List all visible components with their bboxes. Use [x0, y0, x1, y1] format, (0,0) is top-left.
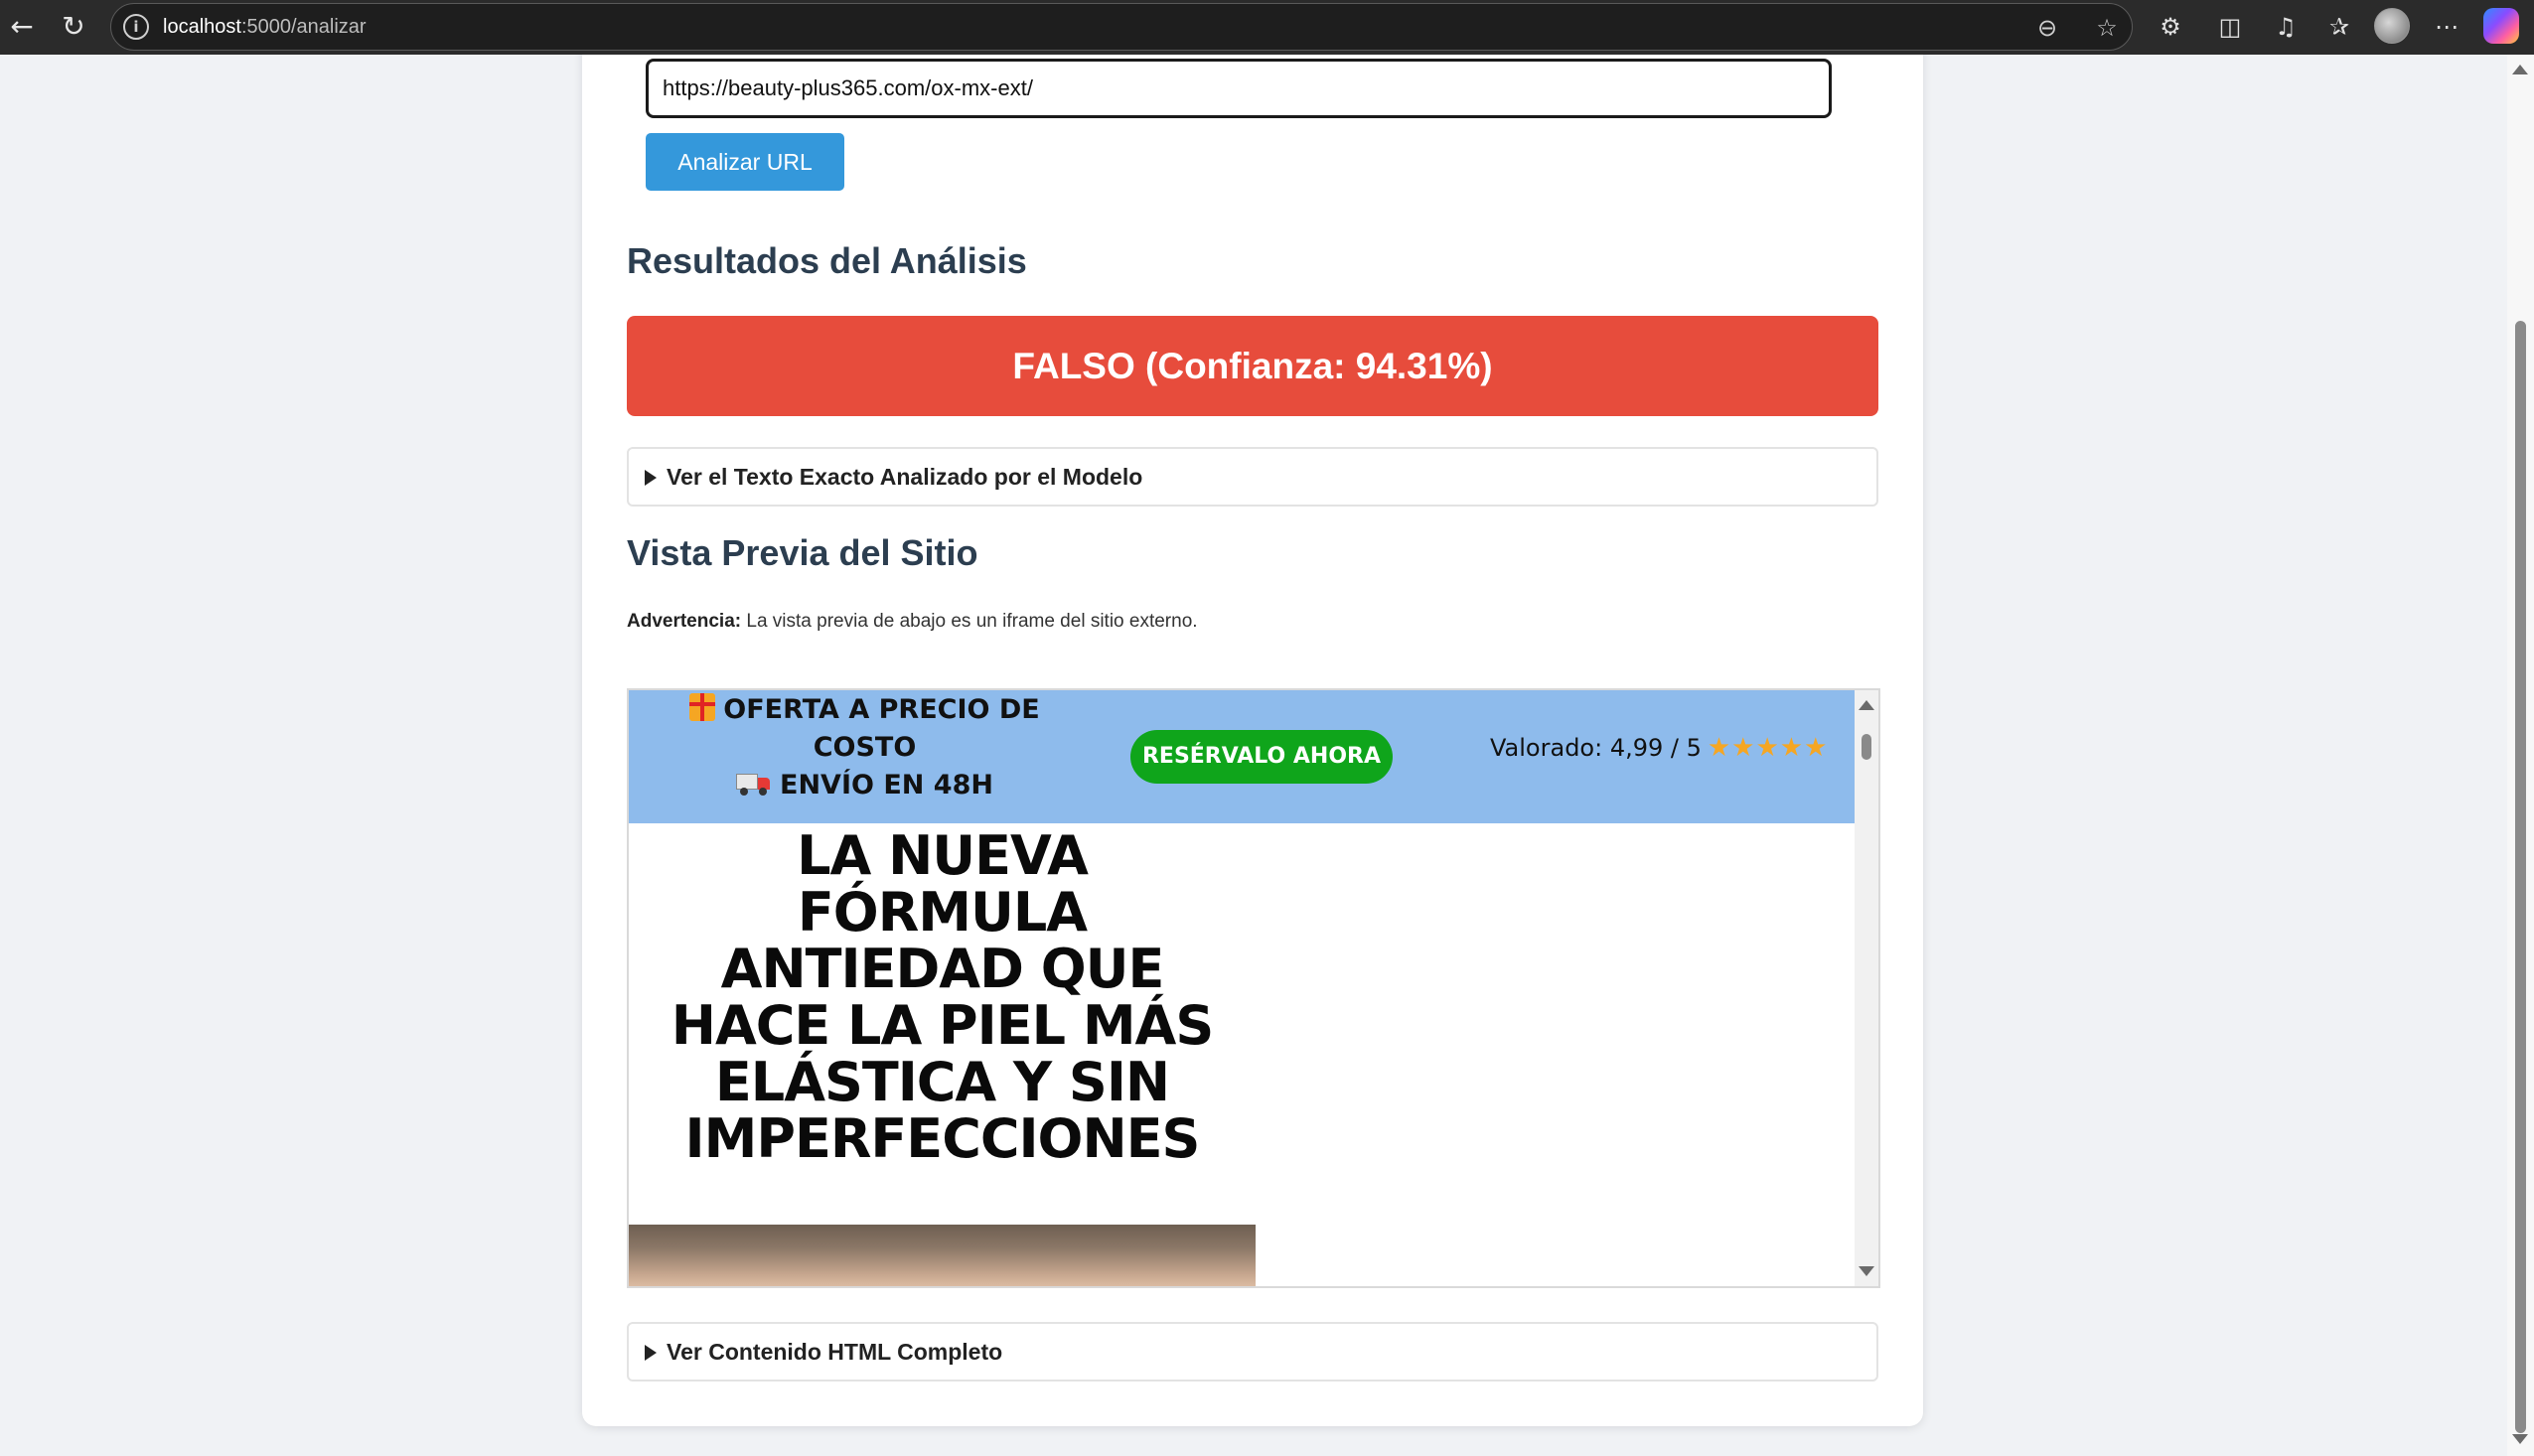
- full-html-details[interactable]: Ver Contenido HTML Completo: [627, 1322, 1878, 1382]
- warning-label: Advertencia:: [627, 611, 742, 632]
- delivery-truck-icon: [736, 774, 771, 796]
- media-control-icon[interactable]: ♫: [2269, 10, 2303, 44]
- analyze-url-button[interactable]: Analizar URL: [646, 133, 844, 191]
- page-viewport: Analizar URL Resultados del Análisis FAL…: [0, 55, 2507, 1456]
- url-input[interactable]: [646, 59, 1832, 118]
- promo-shipping: ENVÍO EN 48H: [780, 770, 993, 801]
- page-scrollbar[interactable]: [2507, 55, 2534, 1456]
- iframe-scroll-thumb[interactable]: [1862, 734, 1871, 760]
- headline-line: IMPERFECCIONES: [684, 1107, 1201, 1170]
- favorite-star-icon[interactable]: ☆: [2091, 12, 2123, 44]
- product-face-image: [629, 1225, 1256, 1286]
- promo-offer: OFERTA A PRECIO DE: [723, 694, 1040, 725]
- scroll-down-arrow-icon[interactable]: [1859, 1266, 1874, 1276]
- address-text: localhost:5000/analizar: [163, 16, 367, 38]
- copilot-icon[interactable]: [2483, 8, 2519, 44]
- rating: Valorado: 4,99 / 5 ★★★★★: [1490, 731, 1828, 765]
- scroll-down-arrow-icon[interactable]: [2512, 1434, 2528, 1444]
- headline-line: ANTIEDAD QUE: [720, 938, 1165, 1000]
- site-info-icon[interactable]: i: [123, 14, 149, 40]
- verdict-banner: FALSO (Confianza: 94.31%): [627, 316, 1878, 416]
- favorites-icon[interactable]: ✰: [2322, 10, 2356, 44]
- back-icon[interactable]: ←: [4, 9, 40, 45]
- reserve-now-button[interactable]: RESÉRVALO AHORA: [1130, 730, 1393, 784]
- page-scroll-thumb[interactable]: [2515, 321, 2526, 1433]
- product-headline: LA NUEVA FÓRMULA ANTIEDAD QUE HACE LA PI…: [629, 827, 1256, 1167]
- browser-toolbar: ← ↻ i localhost:5000/analizar ⊖ ☆ ⚙ ◫ ♫ …: [0, 0, 2534, 55]
- analyzed-text-details[interactable]: Ver el Texto Exacto Analizado por el Mod…: [627, 447, 1878, 507]
- headline-line: ELÁSTICA Y SIN: [714, 1051, 1170, 1113]
- warning-text: La vista previa de abajo es un iframe de…: [746, 611, 1198, 632]
- gift-icon: [689, 693, 716, 721]
- scroll-up-arrow-icon[interactable]: [1859, 700, 1874, 710]
- promo-banner: OFERTA A PRECIO DE COSTO ENVÍO EN 48H RE…: [629, 690, 1857, 823]
- rating-text: Valorado: 4,99 / 5: [1490, 734, 1702, 762]
- reload-icon[interactable]: ↻: [56, 9, 91, 45]
- split-screen-icon[interactable]: ◫: [2213, 10, 2247, 44]
- reader-mode-icon[interactable]: ⊖: [2031, 12, 2063, 44]
- iframe-scrollbar[interactable]: [1855, 690, 1878, 1286]
- analyzed-text-summary: Ver el Texto Exacto Analizado por el Mod…: [667, 464, 1143, 490]
- site-preview-iframe[interactable]: OFERTA A PRECIO DE COSTO ENVÍO EN 48H RE…: [627, 688, 1880, 1288]
- more-options-icon[interactable]: ⋯: [2430, 10, 2463, 44]
- headline-line: HACE LA PIEL MÁS: [671, 994, 1215, 1057]
- profile-avatar[interactable]: [2374, 8, 2410, 44]
- preview-warning: Advertencia: La vista previa de abajo es…: [627, 611, 1198, 633]
- address-bar[interactable]: i localhost:5000/analizar ⊖ ☆: [110, 3, 2133, 51]
- headline-line: LA NUEVA: [797, 824, 1089, 887]
- headline-line: FÓRMULA: [797, 881, 1088, 944]
- expand-triangle-icon: [645, 1345, 657, 1361]
- preview-heading: Vista Previa del Sitio: [627, 532, 978, 573]
- promo-text: OFERTA A PRECIO DE COSTO ENVÍO EN 48H: [629, 690, 1101, 804]
- rating-stars-icon: ★★★★★: [1707, 733, 1829, 763]
- full-html-summary: Ver Contenido HTML Completo: [667, 1339, 1003, 1365]
- results-heading: Resultados del Análisis: [627, 240, 1027, 281]
- expand-triangle-icon: [645, 470, 657, 486]
- promo-cost: COSTO: [813, 732, 917, 763]
- extensions-icon[interactable]: ⚙: [2154, 10, 2187, 44]
- scroll-up-arrow-icon[interactable]: [2512, 65, 2528, 74]
